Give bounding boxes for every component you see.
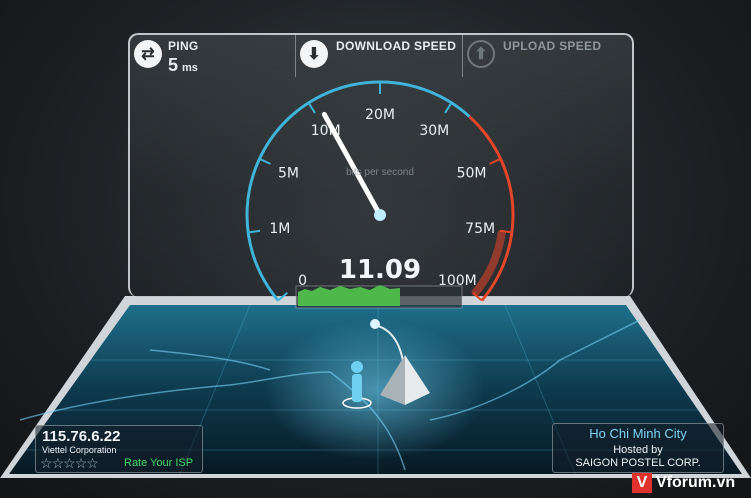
gauge-tick-label: 20M (365, 107, 395, 123)
server-info[interactable]: Ho Chi Minh City Hosted by SAIGON POSTEL… (552, 423, 724, 473)
server-provider: SAIGON POSTEL CORP. (575, 457, 701, 469)
rate-isp-link[interactable]: Rate Your ISP (124, 457, 193, 469)
star-icon[interactable]: ☆ (86, 455, 99, 471)
server-hosted-by: Hosted by (613, 444, 663, 456)
gauge-tick-label: 50M (457, 165, 487, 181)
current-speed-readout: 11.09 (338, 255, 422, 285)
speedtest-screen: ⇄ PING 5 ms ⬇ DOWNLOAD SPEED ⬆ UPLOAD SPE… (0, 0, 751, 498)
gauge-tick-label: 1M (269, 221, 290, 237)
vforum-logo-icon: V (632, 473, 652, 493)
isp-info: 115.76.6.22 Viettel Corporation ☆☆☆☆☆ Ra… (35, 425, 203, 473)
star-icon[interactable]: ☆ (63, 455, 76, 471)
gauge-tick (259, 157, 271, 165)
watermark: V Vforum.vn (630, 471, 751, 498)
server-city: Ho Chi Minh City (589, 426, 687, 441)
star-icon[interactable]: ☆ (52, 455, 65, 471)
gauge-tick-label: 75M (465, 221, 495, 237)
gauge-needle (321, 111, 383, 218)
rating-stars[interactable]: ☆☆☆☆☆ (40, 455, 99, 472)
isp-ip-address: 115.76.6.22 (42, 428, 121, 445)
gauge-tick (307, 102, 316, 114)
gauge-tick (489, 157, 501, 165)
star-icon[interactable]: ☆ (40, 455, 53, 471)
isp-name: Viettel Corporation (42, 445, 117, 455)
gauge-tick (248, 229, 261, 234)
gauge-warning-band (471, 230, 506, 297)
gauge-tick-label: 5M (278, 165, 299, 181)
star-icon[interactable]: ☆ (75, 455, 88, 471)
gauge-tick (277, 292, 288, 302)
gauge-tick-label: 30M (419, 123, 449, 139)
gauge-needle-hub (374, 209, 386, 221)
watermark-text: Vforum.vn (656, 474, 736, 491)
gauge-tick (444, 102, 453, 114)
gauge-caption: bits per second (346, 167, 414, 178)
